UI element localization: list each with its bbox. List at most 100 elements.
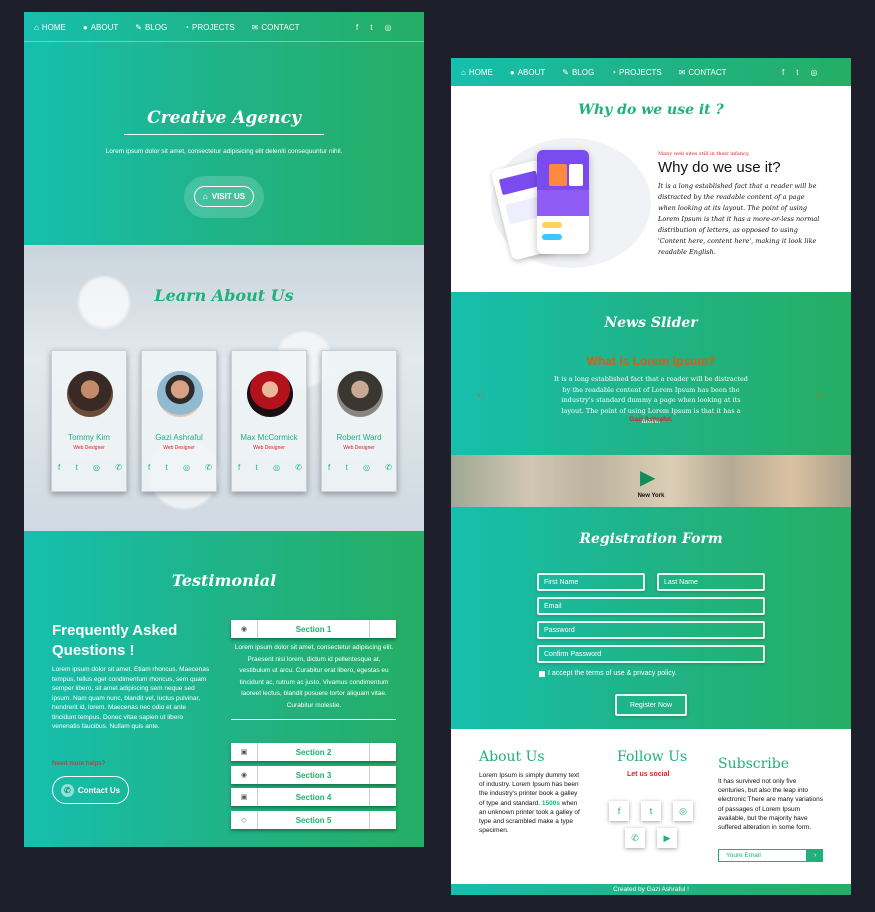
news-headline: What is Lorem Ipsum?: [586, 354, 716, 368]
twitter-icon[interactable]: t: [76, 463, 78, 472]
nav-social: f t ◎: [782, 68, 817, 77]
team-role: Web Designer: [163, 445, 195, 451]
accordion-section-1[interactable]: ◉ Section 1: [231, 620, 396, 638]
facebook-icon[interactable]: f: [238, 463, 240, 472]
team-card: Gazi Ashraful Web Designer f t ◎ ✆: [141, 350, 217, 492]
first-name-field[interactable]: First Name: [537, 573, 645, 591]
facebook-icon[interactable]: f: [58, 463, 60, 472]
twitter-icon[interactable]: t: [370, 23, 372, 32]
hero-title: Creative Agency: [147, 108, 301, 128]
accordion-section-5[interactable]: ◇ Section 5: [231, 811, 396, 829]
password-field[interactable]: Password: [537, 621, 765, 639]
facebook-icon[interactable]: f: [148, 463, 150, 472]
accordion-section-3[interactable]: ◉ Section 3: [231, 766, 396, 784]
twitter-icon[interactable]: t: [256, 463, 258, 472]
instagram-icon[interactable]: ◎: [673, 801, 693, 821]
why-heading: Why do we use it ?: [578, 102, 724, 118]
footer-subscribe-body: It has survived not only five centuries,…: [718, 778, 824, 832]
play-icon[interactable]: ▶: [640, 465, 655, 490]
footer-about-title: About Us: [479, 749, 545, 765]
whatsapp-icon[interactable]: ✆: [625, 828, 645, 848]
facebook-icon[interactable]: f: [609, 801, 629, 821]
team-name: Robert Ward: [336, 433, 382, 442]
team-social: f t ◎ ✆: [148, 463, 212, 472]
video-banner: ▶ New York: [451, 455, 851, 507]
contact-us-button[interactable]: ✆ Contact Us: [52, 776, 129, 804]
news-author: Gazi Ashraful.: [629, 416, 673, 423]
testimonial-title: Testimonial: [171, 571, 277, 590]
footer-section: About Us Lorem Ipsum is simply dummy tex…: [451, 729, 851, 884]
slider-next-icon[interactable]: ☞: [815, 389, 825, 402]
slider-prev-icon[interactable]: ☜: [475, 389, 485, 402]
team-social: f t ◎ ✆: [58, 463, 122, 472]
nav-divider: [24, 41, 424, 42]
address-book-icon: ▣: [231, 743, 258, 761]
whatsapp-icon[interactable]: ✆: [205, 463, 212, 472]
subscribe-email-input[interactable]: Youre Email: [718, 849, 807, 862]
hero-subtitle: Lorem ipsum dolor sit amet, consectetur …: [105, 148, 343, 155]
top-nav-bar: ⌂ HOME ● ABOUT ✎ BLOG ◔ PROJECTS ✉ CONTACT f …: [451, 58, 851, 86]
whatsapp-icon[interactable]: ✆: [115, 463, 122, 472]
user-icon: ●: [82, 23, 88, 32]
team-name: Max McCormick: [240, 433, 298, 442]
why-body: It is a long established fact that a rea…: [658, 182, 820, 256]
envelope-icon: ✉: [678, 68, 686, 77]
footer-credit-bar: Created by Gazi Ashraful !: [451, 884, 851, 895]
terms-checkbox[interactable]: [539, 671, 545, 677]
bank-icon: ⌂: [202, 192, 208, 201]
nav-home[interactable]: ⌂ HOME: [461, 68, 493, 77]
team-role: Web Designer: [253, 445, 285, 451]
visit-us-button[interactable]: ⌂ VISIT US: [194, 186, 254, 207]
need-help-link[interactable]: Need more helps?: [52, 760, 105, 767]
confirm-password-field[interactable]: Confirm Password: [537, 645, 765, 663]
nav-contact[interactable]: ✉ CONTACT: [679, 68, 727, 77]
facebook-icon[interactable]: f: [356, 23, 358, 32]
faq-body: Lorem ipsum dolor sit amet. Etiam rhoncu…: [52, 666, 210, 730]
nav-projects[interactable]: ◔ PROJECTS: [184, 23, 235, 32]
facebook-icon[interactable]: f: [328, 463, 330, 472]
instagram-icon[interactable]: ◎: [810, 68, 817, 77]
youtube-icon[interactable]: ▶: [657, 828, 677, 848]
nav-about[interactable]: ● ABOUT: [83, 23, 118, 32]
subscribe-submit-button[interactable]: ›: [807, 849, 823, 862]
pencil-icon: ✎: [135, 23, 142, 32]
facebook-icon[interactable]: f: [782, 68, 784, 77]
whatsapp-icon[interactable]: ✆: [385, 463, 392, 472]
nav-blog[interactable]: ✎ BLOG: [562, 68, 594, 77]
instagram-icon[interactable]: ◎: [273, 463, 280, 472]
team-card: Max McCormick Web Designer f t ◎ ✆: [231, 350, 307, 492]
whatsapp-icon[interactable]: ✆: [295, 463, 302, 472]
team-role: Web Designer: [343, 445, 375, 451]
chevron-right-icon: ›: [813, 852, 817, 859]
email-field[interactable]: Email: [537, 597, 765, 615]
accordion-section-4[interactable]: ▣ Section 4: [231, 788, 396, 806]
instagram-icon[interactable]: ◎: [183, 463, 190, 472]
accordion-section-2[interactable]: ▣ Section 2: [231, 743, 396, 761]
news-slider-section: News Slider What is Lorem Ipsum? It is a…: [451, 292, 851, 455]
twitter-icon[interactable]: t: [346, 463, 348, 472]
register-button[interactable]: Register Now: [615, 694, 687, 716]
faq-title: Frequently Asked Questions !: [52, 622, 178, 659]
instagram-icon[interactable]: ◎: [363, 463, 370, 472]
team-role: Web Designer: [73, 445, 105, 451]
twitter-icon[interactable]: t: [796, 68, 798, 77]
twitter-icon[interactable]: t: [641, 801, 661, 821]
nav-about[interactable]: ● ABOUT: [510, 68, 545, 77]
phone-icon: ✆: [60, 783, 74, 797]
instagram-icon[interactable]: ◎: [384, 23, 391, 32]
twitter-icon[interactable]: t: [166, 463, 168, 472]
instagram-icon[interactable]: ◎: [93, 463, 100, 472]
user-icon: ●: [509, 68, 515, 77]
team-card: Tommy Kim Web Designer f t ◎ ✆: [51, 350, 127, 492]
nav-blog[interactable]: ✎ BLOG: [135, 23, 167, 32]
avatar: [247, 371, 293, 417]
nav-home[interactable]: ⌂ HOME: [34, 23, 66, 32]
visit-us-wrapper: ⌂ VISIT US: [184, 176, 264, 218]
avatar: [337, 371, 383, 417]
contact-card-icon: ▣: [231, 788, 258, 806]
last-name-field[interactable]: Last Name: [657, 573, 765, 591]
hero-title-underline: [124, 134, 324, 135]
footer-credit: Created by Gazi Ashraful !: [613, 886, 689, 893]
nav-projects[interactable]: ◔ PROJECTS: [611, 68, 662, 77]
nav-contact[interactable]: ✉ CONTACT: [252, 23, 300, 32]
